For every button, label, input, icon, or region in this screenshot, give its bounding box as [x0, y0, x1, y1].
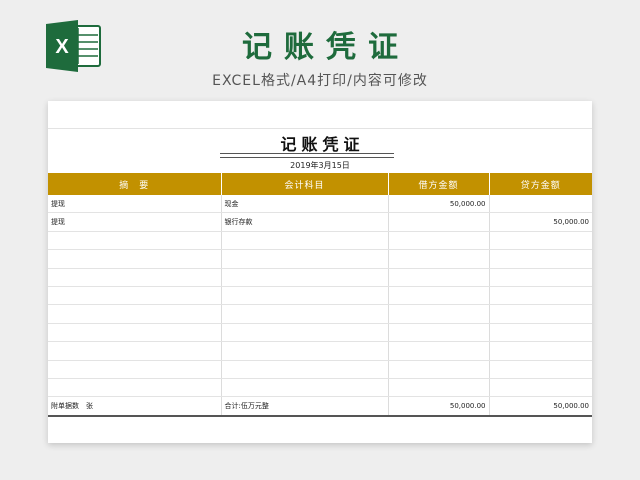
- total-debit[interactable]: 50,000.00: [388, 396, 490, 417]
- cell-summary[interactable]: [48, 249, 222, 269]
- cell-credit[interactable]: [489, 268, 592, 287]
- cell-credit[interactable]: [489, 249, 592, 269]
- cell-summary[interactable]: [48, 286, 222, 306]
- cell-summary[interactable]: [48, 304, 222, 324]
- cell-account[interactable]: 银行存款: [221, 212, 389, 232]
- cell-debit[interactable]: [388, 378, 490, 398]
- cell-debit[interactable]: [388, 341, 490, 361]
- cell-summary[interactable]: [48, 323, 222, 343]
- voucher-date: 2019年3月15日: [290, 161, 350, 170]
- table-row: [48, 378, 592, 398]
- table-row: [48, 360, 592, 379]
- total-row: 附单据数 张合计:伍万元整 50,000.00 50,000.00: [48, 396, 592, 417]
- cell-account[interactable]: [221, 323, 389, 343]
- cell-debit[interactable]: [388, 323, 490, 343]
- cell-debit[interactable]: [388, 268, 490, 287]
- cell-debit[interactable]: [388, 212, 490, 232]
- cell-account[interactable]: 现金: [221, 195, 389, 214]
- cell-account[interactable]: [221, 286, 389, 306]
- cell-debit[interactable]: 50,000.00: [388, 195, 490, 214]
- attachment-count[interactable]: 附单据数 张: [48, 396, 222, 417]
- cell-credit[interactable]: [489, 341, 592, 361]
- table-row: 提现 现金 50,000.00: [48, 195, 592, 214]
- cell-summary[interactable]: [48, 268, 222, 287]
- spreadsheet-preview: 记账凭证 2019年3月15日 摘 要 会计科目 借方金额 贷方金额 提现 现金 5…: [48, 101, 592, 443]
- table-row: [48, 286, 592, 306]
- cell-account[interactable]: [221, 378, 389, 398]
- cell-debit[interactable]: [388, 249, 490, 269]
- cell-summary[interactable]: [48, 378, 222, 398]
- header-debit: 借方金额: [388, 173, 490, 195]
- title-underline: [220, 153, 394, 158]
- cell-summary[interactable]: 提现: [48, 195, 222, 214]
- cell-credit[interactable]: [489, 360, 592, 379]
- table-row: [48, 231, 592, 251]
- banner-subtitle: EXCEL格式/A4打印/内容可修改: [212, 73, 428, 89]
- cell-account[interactable]: [221, 360, 389, 379]
- cell-account[interactable]: [221, 304, 389, 324]
- table-row: [48, 341, 592, 361]
- cell-summary[interactable]: [48, 231, 222, 251]
- cell-debit[interactable]: [388, 286, 490, 306]
- cell-account[interactable]: [221, 249, 389, 269]
- cell-credit[interactable]: [489, 378, 592, 398]
- cell-account[interactable]: [221, 341, 389, 361]
- table-row: [48, 268, 592, 287]
- table-header-row: 摘 要 会计科目 借方金额 贷方金额: [48, 173, 592, 195]
- blank-row: [48, 101, 592, 129]
- header-account: 会计科目: [221, 173, 389, 195]
- banner-title: 记账凭证: [242, 30, 410, 65]
- voucher-title: 记账凭证: [280, 135, 365, 154]
- cell-account[interactable]: [221, 268, 389, 287]
- cell-credit[interactable]: [489, 231, 592, 251]
- cell-summary[interactable]: [48, 341, 222, 361]
- table-row: 提现 银行存款 50,000.00: [48, 212, 592, 232]
- table-row: [48, 249, 592, 269]
- cell-credit[interactable]: [489, 286, 592, 306]
- cell-credit[interactable]: [489, 195, 592, 214]
- cell-debit[interactable]: [388, 231, 490, 251]
- cell-account[interactable]: [221, 231, 389, 251]
- voucher-table: 摘 要 会计科目 借方金额 贷方金额 提现 现金 50,000.00 提现 银行存款 50…: [48, 173, 592, 417]
- cell-summary[interactable]: 提现: [48, 212, 222, 232]
- header-summary: 摘 要: [48, 173, 222, 195]
- table-row: [48, 304, 592, 324]
- cell-credit[interactable]: 50,000.00: [489, 212, 592, 232]
- cell-summary[interactable]: [48, 360, 222, 379]
- cell-debit[interactable]: [388, 360, 490, 379]
- cell-credit[interactable]: [489, 304, 592, 324]
- header-credit: 贷方金额: [489, 173, 592, 195]
- cell-credit[interactable]: [489, 323, 592, 343]
- cell-debit[interactable]: [388, 304, 490, 324]
- total-credit[interactable]: 50,000.00: [489, 396, 592, 417]
- table-row: [48, 323, 592, 343]
- total-label[interactable]: 合计:伍万元整: [221, 396, 389, 417]
